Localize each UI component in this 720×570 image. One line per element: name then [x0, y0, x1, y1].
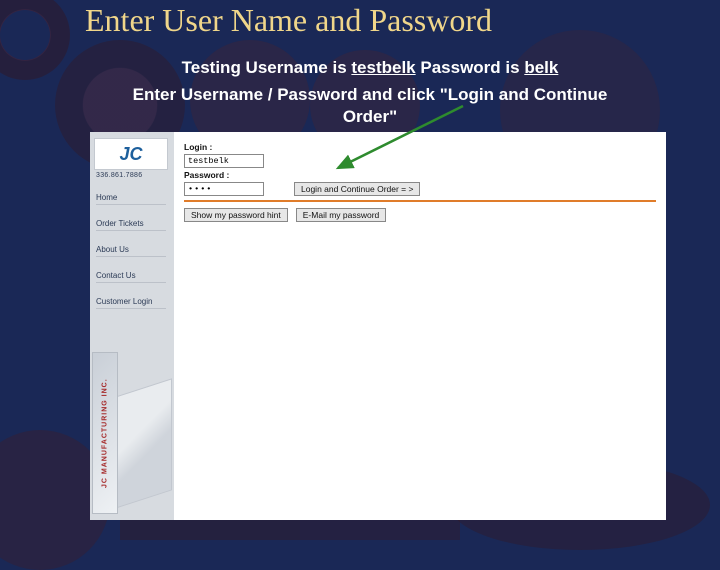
sidebar-company-name: JC MANUFACTURING INC. — [92, 352, 118, 514]
sidebar-item-about[interactable]: About Us — [96, 245, 166, 257]
embedded-screenshot: JC 336.861.7886 Home Order Tickets About… — [90, 132, 666, 520]
gear-deco — [0, 0, 70, 80]
sub-mid: Password is — [416, 58, 525, 77]
logo: JC — [94, 138, 168, 170]
show-hint-button[interactable]: Show my password hint — [184, 208, 288, 222]
login-label: Login : — [184, 142, 212, 152]
sub-username: testbelk — [351, 58, 415, 77]
password-label: Password : — [184, 170, 229, 180]
sidebar-item-customer-login[interactable]: Customer Login — [96, 297, 166, 309]
sidebar: JC 336.861.7886 Home Order Tickets About… — [90, 132, 174, 520]
logo-text: JC — [119, 144, 142, 165]
username-input[interactable] — [184, 154, 264, 168]
sidebar-item-contact[interactable]: Contact Us — [96, 271, 166, 283]
sidebar-item-home[interactable]: Home — [96, 193, 166, 205]
sidebar-graphic — [112, 378, 172, 509]
divider — [184, 200, 656, 202]
page-title: Enter User Name and Password — [85, 2, 492, 39]
sub-password: belk — [524, 58, 558, 77]
phone-number: 336.861.7886 — [96, 172, 174, 179]
arrow-annotation-icon — [328, 100, 478, 180]
sidebar-item-order-tickets[interactable]: Order Tickets — [96, 219, 166, 231]
login-continue-button[interactable]: Login and Continue Order = > — [294, 182, 420, 196]
sub-prefix: Testing Username is — [182, 58, 352, 77]
slide-subtitle-1: Testing Username is testbelk Password is… — [130, 58, 610, 78]
password-input[interactable] — [184, 182, 264, 196]
email-password-button[interactable]: E-Mail my password — [296, 208, 387, 222]
